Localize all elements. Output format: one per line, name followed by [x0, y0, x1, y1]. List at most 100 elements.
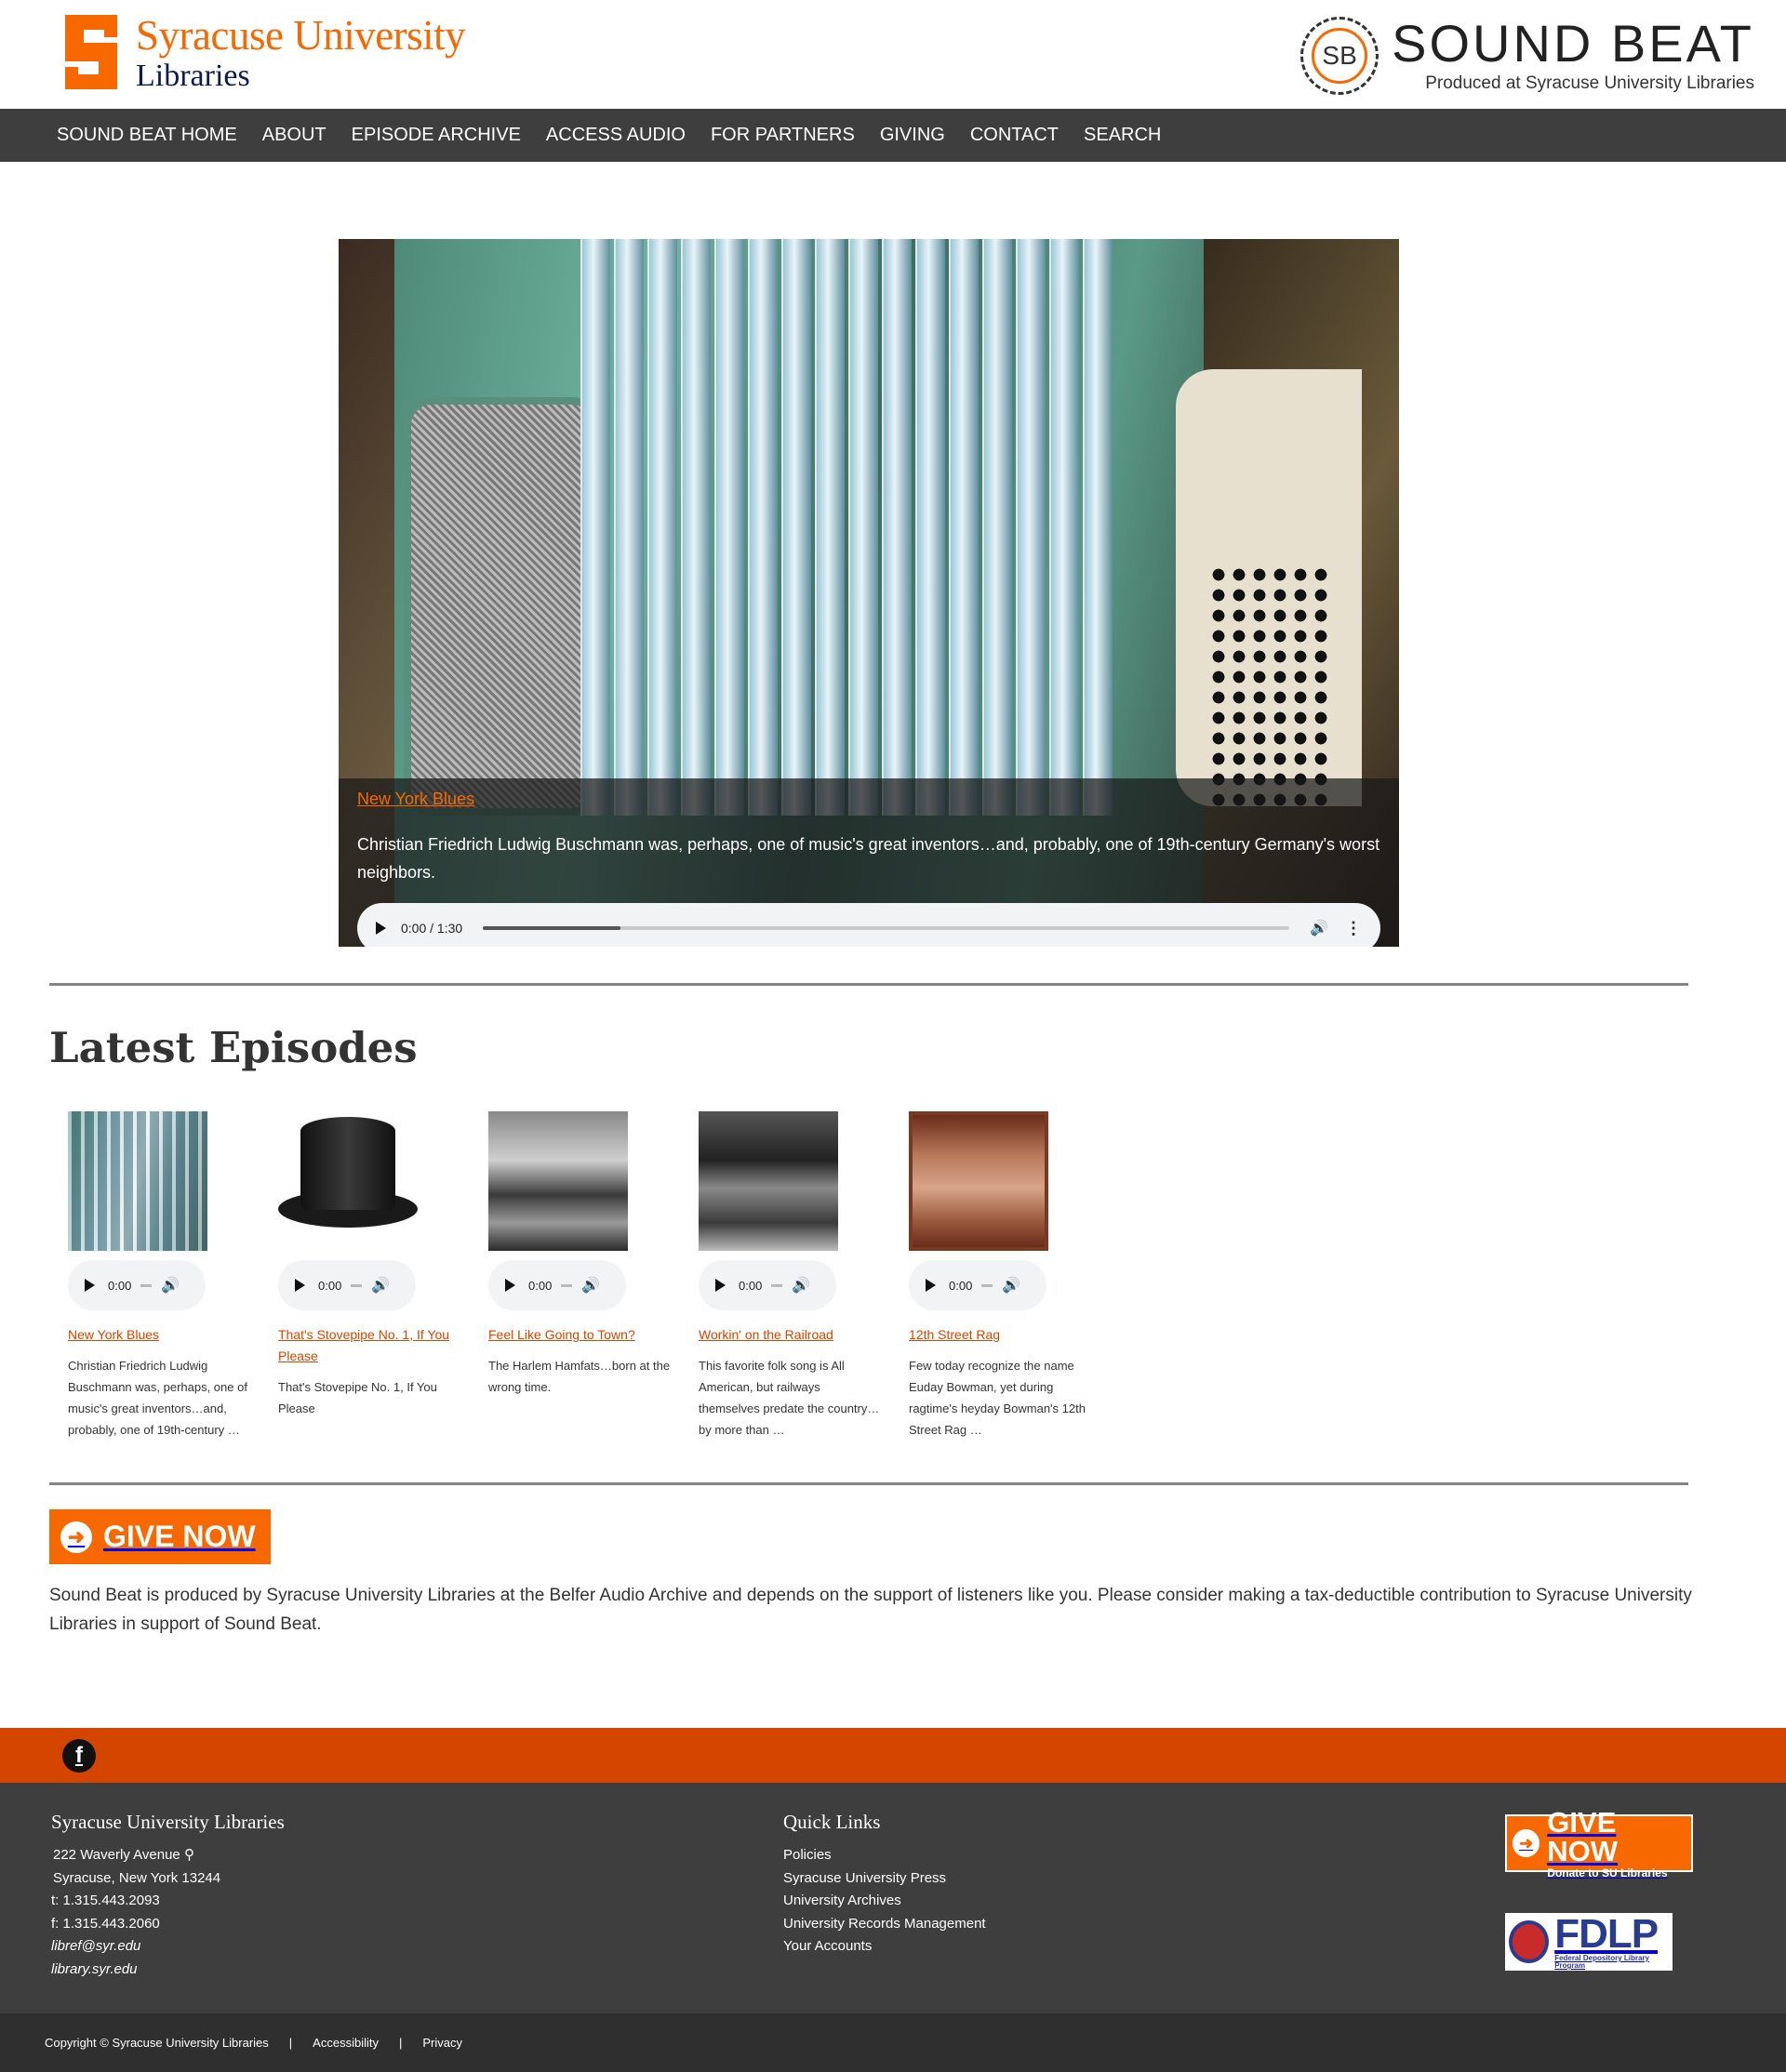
volume-icon[interactable]: 🔊 — [581, 1276, 600, 1295]
facebook-icon[interactable]: f — [62, 1739, 96, 1773]
volume-icon[interactable]: 🔊 — [1310, 919, 1328, 937]
nav-about[interactable]: ABOUT — [262, 125, 327, 146]
map-pin-icon: ⚲ — [183, 1847, 194, 1863]
copyright-bar: Copyright © Syracuse University Librarie… — [0, 2013, 1786, 2072]
nav-sound-beat-home[interactable]: SOUND BEAT HOME — [57, 125, 237, 146]
episode-audio-player[interactable]: 0:00 🔊 — [68, 1260, 206, 1310]
hero-progress-fill — [483, 926, 620, 930]
episode-title-link[interactable]: That's Stovepipe No. 1, If You Please — [278, 1324, 464, 1367]
episode-player-time: 0:00 — [318, 1278, 342, 1293]
episode-title-link[interactable]: New York Blues — [68, 1324, 254, 1346]
episode-player-time: 0:00 — [949, 1278, 973, 1293]
footer-give-now-label: GIVE NOW — [1547, 1806, 1619, 1867]
hero-episode-link[interactable]: New York Blues — [357, 790, 474, 809]
play-icon[interactable] — [376, 922, 386, 935]
volume-icon[interactable]: 🔊 — [161, 1276, 180, 1295]
sound-beat-title: SOUND BEAT — [1392, 14, 1754, 73]
footer-contact: 222 Waverly Avenue ⚲ Syracuse, New York … — [53, 1844, 220, 1890]
footer-phone[interactable]: t: 1.315.443.2093 — [51, 1890, 160, 1913]
footer-fax[interactable]: f: 1.315.443.2060 — [51, 1913, 160, 1936]
episode-progress-bar[interactable] — [981, 1283, 993, 1287]
quick-link-policies[interactable]: Policies — [783, 1844, 986, 1867]
fdlp-label: FDLP — [1554, 1911, 1659, 1957]
footer-address-line2: Syracuse, New York 13244 — [53, 1869, 221, 1886]
volume-icon[interactable]: 🔊 — [792, 1276, 810, 1295]
hero-audio-player[interactable]: 0:00 / 1:30 🔊 ⋮ — [357, 903, 1380, 947]
quick-link-records-management[interactable]: University Records Management — [783, 1913, 986, 1936]
main-nav: SOUND BEAT HOME ABOUT EPISODE ARCHIVE AC… — [0, 109, 1786, 162]
su-libraries-logo[interactable]: Syracuse University Libraries — [63, 15, 466, 92]
episode-audio-player[interactable]: 0:00 🔊 — [488, 1260, 626, 1310]
fdlp-sublabel: Federal Depository Library Program — [1554, 1954, 1649, 1970]
play-icon[interactable] — [505, 1279, 515, 1292]
give-now-button[interactable]: ➜ GIVE NOW — [49, 1509, 271, 1564]
latest-episodes-heading: Latest Episodes — [49, 1023, 418, 1072]
accessibility-link[interactable]: Accessibility — [313, 2036, 379, 2050]
episode-card: 0:00 🔊 12th Street Rag Few today recogni… — [909, 1111, 1095, 1441]
accordion-bellows — [580, 239, 1139, 816]
play-icon[interactable] — [85, 1279, 95, 1292]
site-footer: Syracuse University Libraries 222 Waverl… — [0, 1783, 1786, 2013]
nav-contact[interactable]: CONTACT — [970, 125, 1059, 146]
episode-progress-bar[interactable] — [140, 1283, 153, 1287]
episode-audio-player[interactable]: 0:00 🔊 — [278, 1260, 416, 1310]
episode-card: 0:00 🔊 That's Stovepipe No. 1, If You Pl… — [278, 1111, 464, 1419]
episode-thumbnail-accordion[interactable] — [68, 1111, 207, 1251]
episode-thumbnail-top-hat[interactable] — [278, 1111, 418, 1251]
episode-description: Few today recognize the name Euday Bowma… — [909, 1359, 1086, 1437]
episode-card: 0:00 🔊 Workin' on the Railroad This favo… — [699, 1111, 885, 1441]
footer-give-now-button[interactable]: ➜ GIVE NOW Donate to SU Libraries — [1505, 1808, 1693, 1879]
volume-icon[interactable]: 🔊 — [371, 1276, 390, 1295]
arrow-right-icon: ➜ — [1513, 1829, 1540, 1857]
hero-player-time: 0:00 / 1:30 — [401, 921, 463, 936]
nav-giving[interactable]: GIVING — [880, 125, 945, 146]
nav-access-audio[interactable]: ACCESS AUDIO — [546, 125, 686, 146]
hero-caption: New York Blues Christian Friedrich Ludwi… — [339, 778, 1399, 947]
episode-description: Christian Friedrich Ludwig Buschmann was… — [68, 1359, 247, 1437]
episode-player-time: 0:00 — [528, 1278, 553, 1293]
volume-icon[interactable]: 🔊 — [1002, 1276, 1020, 1295]
quick-links-list: Policies Syracuse University Press Unive… — [783, 1844, 986, 1959]
episode-progress-bar[interactable] — [351, 1283, 363, 1287]
episode-title-link[interactable]: 12th Street Rag — [909, 1324, 1095, 1346]
footer-website[interactable]: library.syr.edu — [51, 1959, 160, 1982]
hero-progress-bar[interactable] — [483, 926, 1290, 930]
site-header: Syracuse University Libraries SB SOUND B… — [0, 0, 1786, 109]
support-text: Sound Beat is produced by Syracuse Unive… — [49, 1586, 1692, 1634]
privacy-link[interactable]: Privacy — [422, 2036, 462, 2050]
episode-title-link[interactable]: Feel Like Going to Town? — [488, 1324, 674, 1346]
sound-beat-logo[interactable]: SB SOUND BEAT Produced at Syracuse Unive… — [1300, 17, 1754, 95]
sound-beat-badge-icon: SB — [1300, 17, 1379, 95]
divider-bottom — [49, 1482, 1688, 1485]
sound-beat-subtitle: Produced at Syracuse University Librarie… — [1425, 73, 1754, 93]
hero-slide: New York Blues Christian Friedrich Ludwi… — [339, 239, 1399, 947]
copyright-text: Copyright © Syracuse University Librarie… — [45, 2036, 269, 2050]
separator: | — [288, 2036, 293, 2050]
footer-email[interactable]: libref@syr.edu — [51, 1935, 160, 1959]
episode-title-link[interactable]: Workin' on the Railroad — [699, 1324, 885, 1346]
play-icon[interactable] — [295, 1279, 305, 1292]
play-icon[interactable] — [926, 1279, 936, 1292]
nav-episode-archive[interactable]: EPISODE ARCHIVE — [352, 125, 521, 146]
fdlp-logo[interactable]: FDLP Federal Depository Library Program — [1505, 1913, 1673, 1971]
footer-contact-numbers: t: 1.315.443.2093 f: 1.315.443.2060 libr… — [51, 1890, 160, 1981]
episode-thumbnail-railroad[interactable] — [699, 1111, 838, 1251]
quick-link-your-accounts[interactable]: Your Accounts — [783, 1935, 986, 1959]
social-bar: f — [0, 1728, 1786, 1783]
episode-player-time: 0:00 — [108, 1278, 132, 1293]
nav-for-partners[interactable]: FOR PARTNERS — [711, 125, 855, 146]
quick-link-university-archives[interactable]: University Archives — [783, 1890, 986, 1913]
more-options-icon[interactable]: ⋮ — [1345, 919, 1362, 938]
episode-progress-bar[interactable] — [771, 1283, 783, 1287]
play-icon[interactable] — [715, 1279, 726, 1292]
episode-audio-player[interactable]: 0:00 🔊 — [909, 1260, 1046, 1310]
episode-audio-player[interactable]: 0:00 🔊 — [699, 1260, 836, 1310]
episode-progress-bar[interactable] — [561, 1283, 573, 1287]
episode-description: The Harlem Hamfats…born at the wrong tim… — [488, 1359, 671, 1394]
quick-link-su-press[interactable]: Syracuse University Press — [783, 1867, 986, 1891]
episode-card: 0:00 🔊 New York Blues Christian Friedric… — [68, 1111, 254, 1441]
nav-search[interactable]: SEARCH — [1084, 125, 1161, 146]
episode-thumbnail-sheet-music[interactable] — [909, 1111, 1048, 1251]
accordion-buttons — [1208, 564, 1329, 806]
episode-thumbnail-cotton-club[interactable] — [488, 1111, 628, 1251]
